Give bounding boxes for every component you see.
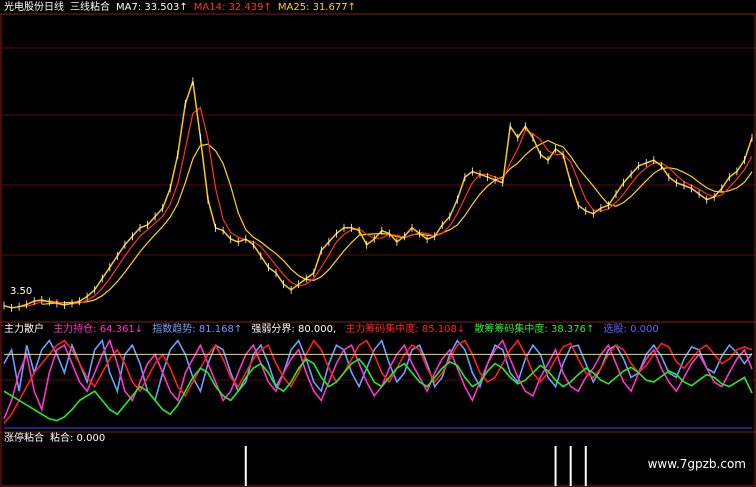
nianhe-value: 粘合: 0.000	[50, 433, 106, 444]
ma14-line	[19, 106, 753, 308]
indicator-line-3	[3, 339, 753, 424]
indicator-item-0: 主力持仓: 64.361↓	[53, 324, 144, 335]
indicator-panel-title: 主力散户	[4, 324, 44, 335]
chart-frame	[0, 13, 756, 487]
price-panel-header: 光电股份日线 三线粘合 MA7: 33.503↑ MA14: 32.439↑ MA25:…	[4, 2, 362, 14]
ma14-label: MA14: 32.439↑	[193, 2, 272, 13]
ma7-label: MA7: 33.503↑	[116, 2, 188, 13]
indicator-item-1: 指数趋势: 81.168↑	[152, 324, 243, 335]
nianhe-panel-header: 涨停粘合 粘合: 0.000	[4, 433, 111, 445]
indicator-item-3: 主力筹码集中度: 85.108↓	[345, 324, 466, 335]
price-low-label: 3.50	[10, 286, 33, 297]
stock-chart-window: 光电股份日线 三线粘合 MA7: 33.503↑ MA14: 32.439↑ MA25:…	[0, 0, 756, 487]
watermark: www.7gpzb.com	[647, 457, 746, 471]
ma25-line	[41, 139, 753, 305]
indicator-item-5: 选股: 0.000	[603, 324, 659, 335]
indicator-item-4: 散筹筹码集中度: 38.376↑	[474, 324, 595, 335]
indicator-item-2: 强弱分界: 80.000,	[251, 324, 337, 335]
chart-canvas	[0, 13, 756, 487]
nianhe-panel-title: 涨停粘合	[4, 433, 44, 444]
price-panel-subtitle: 三线粘合	[70, 2, 110, 13]
ma25-label: MA25: 31.677↑	[277, 2, 356, 13]
price-panel-title: 光电股份日线	[4, 2, 64, 13]
indicator-panel-header: 主力散户 主力持仓: 64.361↓ 指数趋势: 81.168↑ 强弱分界: 8…	[4, 324, 665, 336]
